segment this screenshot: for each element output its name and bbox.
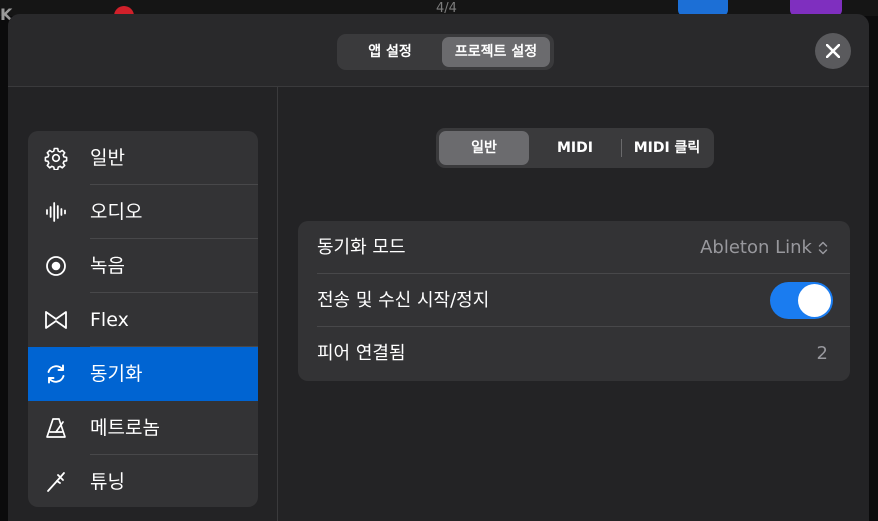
sidebar-item-metronome[interactable]: 메트로놈 [28, 401, 258, 455]
sync-mode-row[interactable]: 동기화 모드 Ableton Link [298, 221, 850, 274]
record-icon [46, 256, 66, 276]
modal-header: 앱 설정 프로젝트 설정 [8, 14, 869, 87]
peers-connected-row: 피어 연결됨 2 [298, 327, 850, 380]
sidebar-item-label: Flex [90, 309, 129, 331]
tab-general[interactable]: 일반 [439, 131, 529, 165]
sidebar-item-sync[interactable]: 동기화 [28, 347, 258, 401]
sidebar-item-label: 메트로놈 [90, 417, 160, 439]
sidebar-item-tuning[interactable]: 튜닝 [28, 455, 258, 507]
tab-midi-click[interactable]: MIDI 클릭 [624, 131, 710, 165]
tab-project-settings[interactable]: 프로젝트 설정 [442, 37, 550, 67]
tab-app-settings[interactable]: 앱 설정 [341, 37, 439, 67]
sidebar-item-label: 일반 [90, 147, 125, 169]
transport-start-stop-label: 전송 및 수신 시작/정지 [317, 290, 490, 311]
sidebar-item-audio[interactable]: 오디오 [28, 185, 258, 239]
panel-divider [277, 87, 278, 521]
close-icon [826, 44, 840, 58]
transport-start-stop-row: 전송 및 수신 시작/정지 [298, 274, 850, 327]
sync-icon [47, 364, 65, 384]
divider [621, 139, 622, 157]
close-button[interactable] [815, 33, 851, 69]
waveform-icon [46, 202, 66, 222]
sync-mode-value: Ableton Link [700, 237, 812, 258]
metronome-icon [46, 418, 66, 438]
settings-sidebar: 일반 오디오 녹음 Flex 동기화 메트로놈 튜닝 [28, 131, 258, 507]
settings-scope-segmented-control: 앱 설정 프로젝트 설정 [337, 34, 554, 70]
sync-mode-popup[interactable]: Ableton Link [700, 235, 828, 260]
sidebar-item-flex[interactable]: Flex [28, 293, 258, 347]
sidebar-item-label: 튜닝 [90, 471, 125, 493]
gear-icon [44, 147, 68, 170]
peers-connected-label: 피어 연결됨 [317, 343, 406, 364]
sidebar-item-recording[interactable]: 녹음 [28, 239, 258, 293]
sync-tabs: 일반 MIDI MIDI 클릭 [436, 128, 714, 168]
tab-midi[interactable]: MIDI [532, 131, 618, 165]
chevron-up-down-icon [818, 241, 828, 255]
sidebar-item-general[interactable]: 일반 [28, 131, 258, 185]
tuning-fork-icon [47, 472, 65, 492]
flex-icon [45, 311, 67, 329]
peers-connected-value: 2 [816, 343, 828, 364]
sidebar-item-label: 동기화 [90, 363, 143, 385]
sync-mode-label: 동기화 모드 [317, 237, 406, 258]
sync-settings-group: 동기화 모드 Ableton Link 전송 및 수신 시작/정지 피어 연결됨… [298, 221, 850, 381]
sidebar-item-label: 오디오 [90, 201, 143, 223]
toggle-knob [798, 284, 831, 317]
transport-start-stop-toggle[interactable] [770, 282, 833, 319]
sidebar-item-label: 녹음 [90, 255, 125, 277]
project-settings-modal: 앱 설정 프로젝트 설정 일반 오디오 녹음 Flex 동기화 메트로놈 튜닝 … [8, 14, 869, 521]
